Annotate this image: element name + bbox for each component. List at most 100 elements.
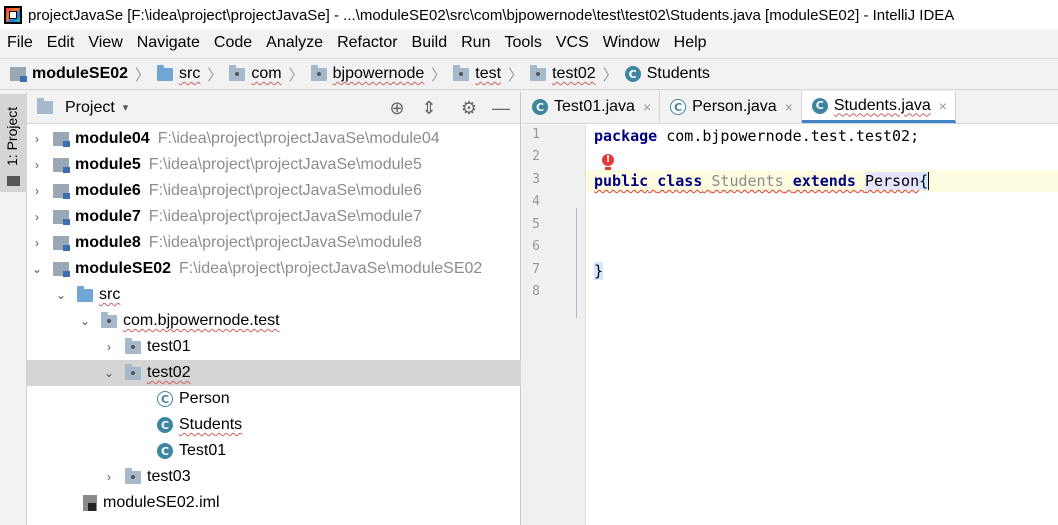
module-icon	[53, 236, 70, 251]
class-icon: C	[811, 97, 828, 114]
module-icon	[53, 262, 70, 277]
chevron-right-icon[interactable]: ›	[103, 340, 115, 354]
chevron-down-icon[interactable]: ⌄	[79, 314, 91, 328]
breadcrumb-test02[interactable]: test02	[530, 64, 596, 83]
tree-row-module5[interactable]: › module5 F:\idea\project\projectJavaSe\…	[27, 152, 521, 178]
breadcrumb-separator: 〉	[508, 66, 524, 84]
package-icon	[125, 363, 141, 380]
menu-analyze[interactable]: Analyze	[266, 34, 323, 52]
breadcrumb-separator: 〉	[602, 66, 618, 84]
module-icon	[10, 67, 27, 82]
chevron-down-icon[interactable]: ⌄	[31, 262, 43, 276]
package-icon	[530, 64, 547, 81]
menu-view[interactable]: View	[88, 34, 122, 52]
code-area[interactable]: package com.bjpowernode.test.test02; pub…	[586, 125, 1058, 525]
breadcrumb-module[interactable]: moduleSE02	[10, 65, 128, 83]
breadcrumb-bjpowernode[interactable]: bjpowernode	[310, 64, 424, 83]
collapse-all-icon[interactable]: ⇕	[419, 98, 439, 119]
class-icon: C	[624, 66, 641, 82]
line-number: 2	[532, 149, 540, 164]
code-line-3[interactable]: public class Students extends Person{	[586, 170, 1058, 192]
left-tool-strip: 1: Project	[0, 92, 27, 525]
tree-row-test03[interactable]: › test03	[27, 464, 521, 490]
project-panel-title[interactable]: Project	[65, 99, 115, 117]
menu-run[interactable]: Run	[461, 34, 490, 52]
chevron-down-icon[interactable]: ▾	[123, 101, 129, 114]
tree-row-person[interactable]: C Person	[27, 386, 521, 412]
iml-file-icon	[83, 495, 97, 511]
gear-icon[interactable]: ⚙	[459, 98, 479, 119]
menu-refactor[interactable]: Refactor	[337, 34, 397, 52]
tree-row-src[interactable]: ⌄ src	[27, 282, 521, 308]
tree-row-module8[interactable]: › module8 F:\idea\project\projectJavaSe\…	[27, 230, 521, 256]
chevron-right-icon[interactable]: ›	[31, 236, 43, 250]
package-icon	[310, 64, 327, 81]
breadcrumb-src[interactable]: src	[157, 64, 200, 83]
module-icon	[53, 184, 70, 199]
project-folder-icon	[37, 98, 53, 114]
fold-guide	[576, 208, 577, 318]
tree-row-students[interactable]: C Students	[27, 412, 521, 438]
tree-row-iml[interactable]: moduleSE02.iml	[27, 490, 521, 516]
menu-window[interactable]: Window	[603, 34, 660, 52]
minimize-icon[interactable]: —	[491, 98, 511, 119]
breadcrumb-com[interactable]: com	[229, 64, 282, 83]
tree-row-module6[interactable]: › module6 F:\idea\project\projectJavaSe\…	[27, 178, 521, 204]
menu-bar: File Edit View Navigate Code Analyze Ref…	[0, 30, 1058, 56]
close-brace: }	[594, 262, 604, 280]
line-number: 4	[532, 194, 540, 209]
tree-row-test01-class[interactable]: C Test01	[27, 438, 521, 464]
locate-icon[interactable]: ⊕	[387, 98, 407, 119]
package-icon	[101, 311, 117, 328]
project-panel: Project ▾ ⊕ ⇕ ⚙ — › module04 F:\idea\pro…	[27, 92, 521, 525]
menu-tools[interactable]: Tools	[504, 34, 541, 52]
runnable-class-icon: C	[532, 99, 548, 115]
chevron-right-icon[interactable]: ›	[31, 210, 43, 224]
tab-students[interactable]: C Students.java ×	[801, 91, 956, 123]
breadcrumb: moduleSE02 〉 src 〉 com 〉 bjpowernode 〉 t…	[0, 58, 1058, 90]
chevron-right-icon[interactable]: ›	[31, 132, 43, 146]
module-icon	[53, 132, 70, 147]
module-icon	[53, 210, 70, 225]
chevron-down-icon[interactable]: ⌄	[55, 288, 67, 302]
tree-row-module04[interactable]: › module04 F:\idea\project\projectJavaSe…	[27, 126, 521, 152]
package-icon	[125, 467, 141, 484]
menu-edit[interactable]: Edit	[47, 34, 75, 52]
menu-code[interactable]: Code	[214, 34, 252, 52]
title-bar: projectJavaSe [F:\idea\project\projectJa…	[0, 0, 1058, 30]
close-icon[interactable]: ×	[643, 99, 651, 115]
package-icon	[125, 337, 141, 354]
line-number: 1	[532, 127, 540, 142]
code-line-1[interactable]: package com.bjpowernode.test.test02;	[586, 125, 1058, 147]
open-brace: {	[919, 172, 930, 190]
close-icon[interactable]: ×	[939, 98, 947, 114]
chevron-down-icon[interactable]: ⌄	[103, 366, 115, 380]
chevron-right-icon[interactable]: ›	[31, 184, 43, 198]
module-icon	[53, 158, 70, 173]
tab-test01[interactable]: C Test01.java ×	[522, 91, 661, 123]
tree-row-test01[interactable]: › test01	[27, 334, 521, 360]
breadcrumb-students[interactable]: C Students	[624, 65, 710, 83]
error-bulb-icon[interactable]: !	[602, 154, 614, 170]
menu-vcs[interactable]: VCS	[556, 34, 589, 52]
chevron-right-icon[interactable]: ›	[31, 158, 43, 172]
package-icon	[453, 64, 470, 81]
menu-file[interactable]: File	[7, 34, 33, 52]
tree-row-moduleSE02[interactable]: ⌄ moduleSE02 F:\idea\project\projectJava…	[27, 256, 521, 282]
runnable-class-icon: C	[157, 443, 173, 459]
chevron-right-icon[interactable]: ›	[103, 470, 115, 484]
code-line-7[interactable]: }	[586, 260, 1058, 282]
menu-build[interactable]: Build	[412, 34, 448, 52]
tab-person[interactable]: C Person.java ×	[660, 91, 802, 123]
breadcrumb-separator: 〉	[288, 66, 304, 84]
close-icon[interactable]: ×	[785, 99, 793, 115]
tree-row-module7[interactable]: › module7 F:\idea\project\projectJavaSe\…	[27, 204, 521, 230]
project-tool-tab[interactable]: 1: Project	[0, 94, 26, 192]
tree-row-test02[interactable]: ⌄ test02	[27, 360, 521, 386]
menu-navigate[interactable]: Navigate	[137, 34, 200, 52]
menu-help[interactable]: Help	[674, 34, 707, 52]
abstract-class-icon: C	[670, 99, 687, 115]
tree-row-package[interactable]: ⌄ com.bjpowernode.test	[27, 308, 521, 334]
breadcrumb-test[interactable]: test	[453, 64, 501, 83]
window-title: projectJavaSe [F:\idea\project\projectJa…	[28, 6, 955, 24]
